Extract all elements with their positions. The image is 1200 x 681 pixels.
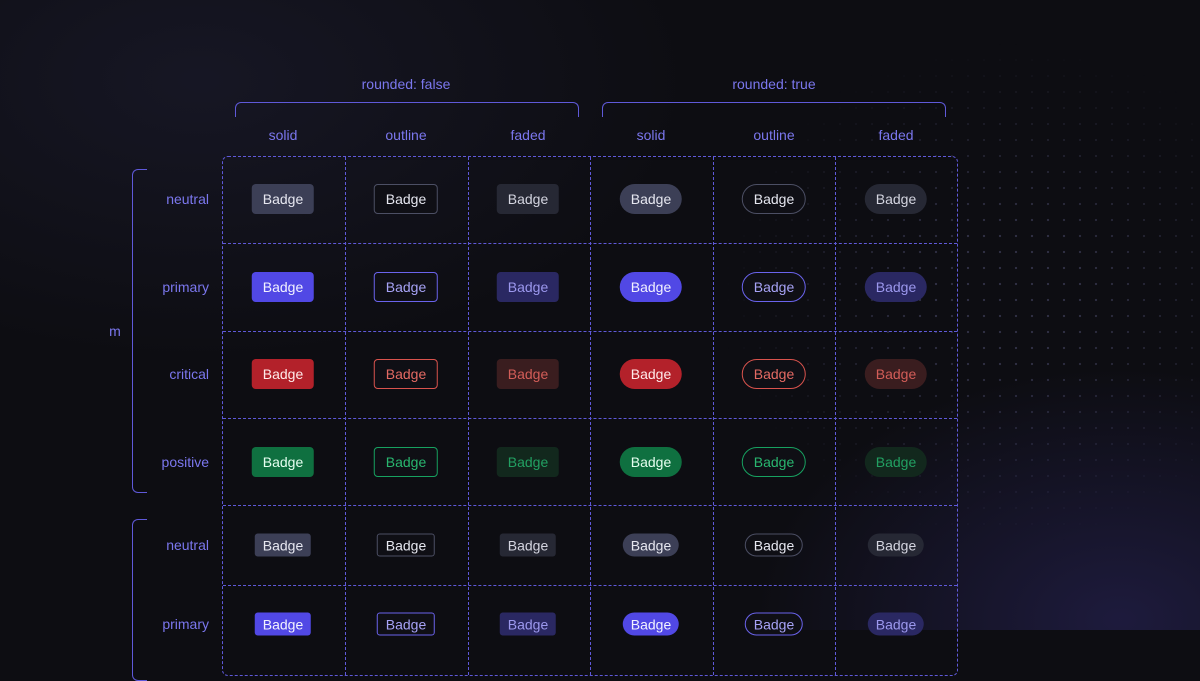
primary-outline-badge: Badge [376,612,436,636]
primary-solid-rounded-badge: Badge [619,272,683,302]
grid-divider [223,585,957,586]
neutral-solid-badge: Badge [254,533,312,557]
row-label-neutral-small: neutral [166,537,209,553]
grid-divider [468,157,469,675]
neutral-faded-rounded-badge: Badge [864,184,928,214]
neutral-faded-badge: Badge [499,533,557,557]
group-bracket-rounded-false [235,102,579,117]
neutral-outline-rounded-badge: Badge [744,533,804,557]
positive-outline-badge: Badge [373,447,439,477]
neutral-solid-badge: Badge [251,184,315,214]
grid-divider [223,331,957,332]
column-label-solid: solid [268,127,298,143]
group-bracket-rounded-true [602,102,946,117]
critical-faded-badge: Badge [496,359,560,389]
critical-outline-rounded-badge: Badge [741,359,807,389]
row-label-primary: primary [162,279,209,295]
group-label-rounded-false: rounded: false [361,76,451,92]
neutral-outline-badge: Badge [376,533,436,557]
column-label-outline-rounded: outline [753,127,795,143]
neutral-solid-rounded-badge: Badge [622,533,680,557]
neutral-solid-rounded-badge: Badge [619,184,683,214]
size-label-m: m [109,323,121,339]
critical-solid-rounded-badge: Badge [619,359,683,389]
grid-divider [835,157,836,675]
primary-solid-rounded-badge: Badge [622,612,680,636]
size-bracket-m [132,169,147,493]
critical-solid-badge: Badge [251,359,315,389]
positive-faded-rounded-badge: Badge [864,447,928,477]
grid-divider [345,157,346,675]
primary-faded-rounded-badge: Badge [864,272,928,302]
primary-solid-badge: Badge [254,612,312,636]
primary-outline-rounded-badge: Badge [741,272,807,302]
positive-outline-rounded-badge: Badge [741,447,807,477]
column-label-outline: outline [385,127,427,143]
positive-solid-rounded-badge: Badge [619,447,683,477]
grid-divider [590,157,591,675]
grid-divider [223,418,957,419]
badge-variant-grid [222,156,958,676]
primary-outline-badge: Badge [373,272,439,302]
column-label-faded-rounded: faded [878,127,914,143]
primary-outline-rounded-badge: Badge [744,612,804,636]
positive-solid-badge: Badge [251,447,315,477]
column-label-faded: faded [510,127,546,143]
neutral-outline-rounded-badge: Badge [741,184,807,214]
grid-divider [713,157,714,675]
primary-solid-badge: Badge [251,272,315,302]
neutral-faded-rounded-badge: Badge [867,533,925,557]
neutral-outline-badge: Badge [373,184,439,214]
primary-faded-badge: Badge [499,612,557,636]
size-bracket-s [132,519,147,681]
primary-faded-badge: Badge [496,272,560,302]
primary-faded-rounded-badge: Badge [867,612,925,636]
grid-divider [223,243,957,244]
grid-divider [223,505,957,506]
row-label-neutral: neutral [166,191,209,207]
critical-faded-rounded-badge: Badge [864,359,928,389]
row-label-critical: critical [169,366,209,382]
critical-outline-badge: Badge [373,359,439,389]
row-label-positive: positive [161,454,209,470]
neutral-faded-badge: Badge [496,184,560,214]
positive-faded-badge: Badge [496,447,560,477]
group-label-rounded-true: rounded: true [732,76,816,92]
column-label-solid-rounded: solid [636,127,666,143]
